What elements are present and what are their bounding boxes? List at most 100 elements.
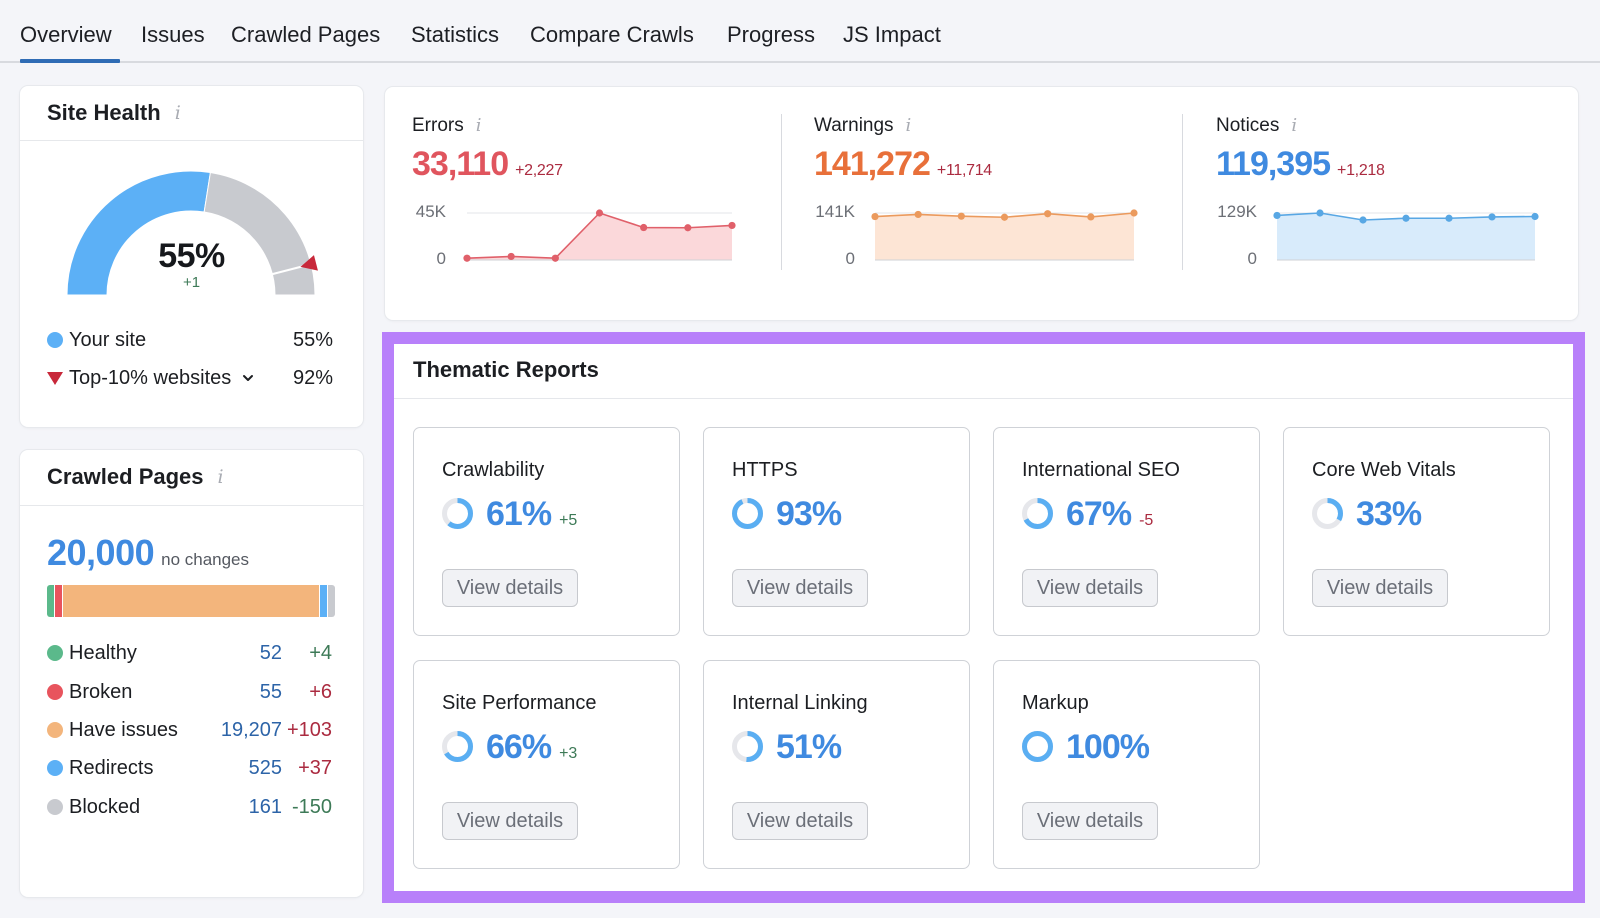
progress-ring-icon <box>1022 731 1053 762</box>
tab-issues[interactable]: Issues <box>141 22 205 48</box>
view-details-button[interactable]: View details <box>1022 802 1158 840</box>
warnings-trend-chart <box>871 209 1138 261</box>
trend-point <box>684 224 692 232</box>
report-title: Markup <box>1022 692 1089 714</box>
legend-row-healthy: Healthy 52 +4 <box>47 640 337 666</box>
trend-point <box>1044 210 1052 218</box>
report-card-https: HTTPS 93% View details <box>703 427 970 636</box>
trend-point <box>463 254 471 262</box>
errors-count[interactable]: 33,110 <box>412 144 509 184</box>
trend-point <box>1000 213 1009 221</box>
report-score[interactable]: 100% <box>1066 726 1150 768</box>
trend-point <box>728 221 736 230</box>
tab-bar-divider <box>0 61 1600 63</box>
trend-point <box>1488 213 1496 221</box>
errors-count-row: 33,110 +2,227 <box>412 144 563 184</box>
issues-summary-card: Errors 33,110 +2,227 45K 0 Warnings 141,… <box>385 87 1578 320</box>
axis-min-label: 0 <box>845 249 855 268</box>
trend-point <box>1087 213 1095 221</box>
benchmark-triangle-icon <box>47 371 63 385</box>
notices-delta: +1,218 <box>1337 162 1385 179</box>
legend-row-have-issues: Have issues 19,207 +103 <box>47 717 337 743</box>
view-details-button[interactable]: View details <box>442 802 578 840</box>
progress-ring-icon <box>1312 498 1343 529</box>
bar-segment-redirects[interactable] <box>320 585 327 617</box>
notices-trend-chart <box>1273 209 1539 261</box>
report-title: HTTPS <box>732 459 798 481</box>
category-count[interactable]: 161 <box>249 794 282 820</box>
legend-top-10-websites[interactable]: Top-10% websites 92% <box>47 365 333 391</box>
view-details-button[interactable]: View details <box>442 569 578 607</box>
notices-count[interactable]: 119,395 <box>1216 144 1331 184</box>
your-site-dot-icon <box>47 332 63 348</box>
category-count[interactable]: 19,207 <box>221 717 282 743</box>
report-card-markup: Markup 100% View details <box>993 660 1260 869</box>
report-score[interactable]: 93% <box>776 493 842 535</box>
report-score[interactable]: 66% <box>486 726 552 768</box>
errors-label: Errors <box>412 115 464 136</box>
report-title: Core Web Vitals <box>1312 459 1456 481</box>
category-label: Have issues <box>69 719 178 741</box>
trend-point <box>551 254 559 262</box>
notices-count-row: 119,395 +1,218 <box>1216 144 1385 184</box>
warnings-count[interactable]: 141,272 <box>814 144 931 184</box>
category-label: Broken <box>69 681 133 703</box>
axis-max-label: 129K <box>1217 202 1257 221</box>
category-count[interactable]: 52 <box>260 640 282 666</box>
progress-ring-icon <box>732 731 763 762</box>
report-delta: +3 <box>559 745 578 762</box>
bar-segment-blocked[interactable] <box>328 585 335 617</box>
tab-statistics[interactable]: Statistics <box>411 22 499 48</box>
report-title: International SEO <box>1022 459 1180 481</box>
legend-your-site: Your site 55% <box>47 327 333 353</box>
total-pages-note: no changes <box>161 550 250 569</box>
view-details-button[interactable]: View details <box>732 802 868 840</box>
chevron-down-icon[interactable] <box>241 371 255 385</box>
report-delta: -5 <box>1139 512 1154 529</box>
bar-segment-broken[interactable] <box>55 585 62 617</box>
legend-dropdown[interactable]: Top-10% websites <box>69 365 293 391</box>
total-pages-count[interactable]: 20,000 <box>47 532 155 574</box>
category-delta: -150 <box>291 796 332 818</box>
progress-ring-fill <box>1022 731 1053 762</box>
report-score-row: 93% <box>776 493 849 535</box>
category-count[interactable]: 55 <box>260 679 282 705</box>
info-icon[interactable] <box>476 115 482 137</box>
tab-js-impact[interactable]: JS Impact <box>843 22 941 48</box>
view-details-button[interactable]: View details <box>1022 569 1158 607</box>
tab-compare-crawls[interactable]: Compare Crawls <box>530 22 694 48</box>
info-icon[interactable] <box>218 464 224 490</box>
report-score-row: 61% +5 <box>486 493 577 535</box>
report-score-row: 67% -5 <box>1066 493 1153 535</box>
tab-overview[interactable]: Overview <box>20 22 112 48</box>
bar-segment-have-issues[interactable] <box>63 585 319 617</box>
info-icon[interactable] <box>1291 115 1297 137</box>
report-score[interactable]: 51% <box>776 726 842 768</box>
tab-crawled-pages[interactable]: Crawled Pages <box>231 22 380 48</box>
report-score[interactable]: 61% <box>486 493 552 535</box>
bar-segment-healthy[interactable] <box>47 585 54 617</box>
axis-max-label: 45K <box>415 202 446 221</box>
site-health-delta: +1 <box>182 274 201 291</box>
report-card-core-web-vitals: Core Web Vitals 33% View details <box>1283 427 1550 636</box>
category-delta: +37 <box>298 757 332 779</box>
report-score-row: 33% <box>1356 493 1429 535</box>
progress-ring-icon <box>442 731 473 762</box>
crawled-pages-total: 20,000 no changes <box>47 532 249 574</box>
warnings-section: Warnings 141,272 +11,714 141K 0 <box>814 87 1174 320</box>
report-score-row: 100% <box>1066 726 1157 768</box>
category-count[interactable]: 525 <box>249 755 282 781</box>
crawled-pages-bar <box>47 585 335 617</box>
view-details-button[interactable]: View details <box>1312 569 1448 607</box>
tab-progress[interactable]: Progress <box>727 22 815 48</box>
report-score[interactable]: 67% <box>1066 493 1132 535</box>
have-issues-dot-icon <box>47 722 63 738</box>
crawled-pages-title: Crawled Pages <box>47 464 204 489</box>
legend-row-broken: Broken 55 +6 <box>47 679 337 705</box>
legend-label: Top-10% websites <box>69 367 232 389</box>
view-details-button[interactable]: View details <box>732 569 868 607</box>
info-icon[interactable] <box>906 115 912 137</box>
report-score[interactable]: 33% <box>1356 493 1422 535</box>
section-divider <box>1182 114 1183 270</box>
healthy-dot-icon <box>47 645 63 661</box>
